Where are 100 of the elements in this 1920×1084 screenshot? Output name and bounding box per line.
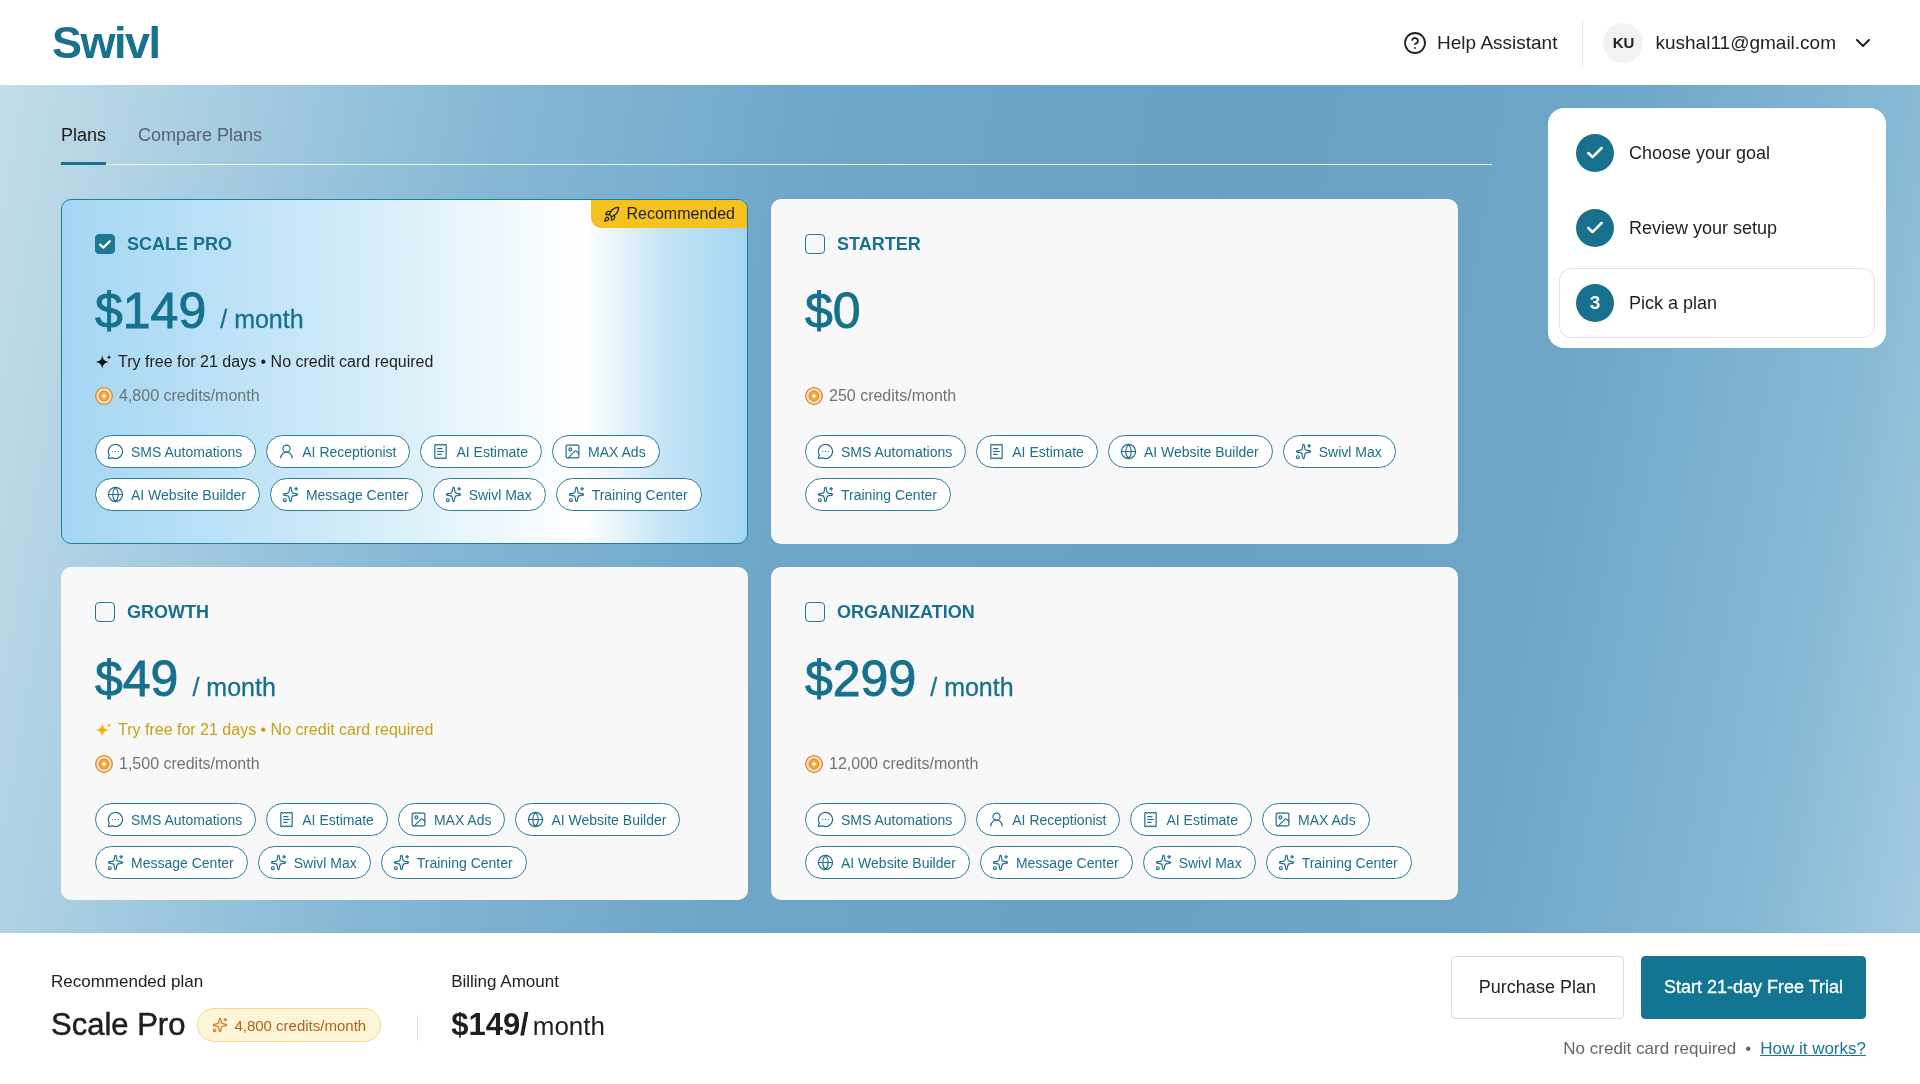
sparkles-icon <box>1294 443 1312 460</box>
step-item[interactable]: Choose your goal <box>1559 118 1875 188</box>
feature-name: AI Estimate <box>1166 811 1239 828</box>
chevron-down-icon <box>1856 38 1870 47</box>
feature-name: SMS Automations <box>131 811 243 828</box>
sparkles-icon <box>212 1017 229 1033</box>
help-icon <box>1403 30 1428 55</box>
feature-name: MAX Ads <box>1298 811 1356 828</box>
trial-note: Try free for 21 days • No credit card required <box>118 353 434 371</box>
no-card-note: No credit card required <box>1563 1039 1737 1059</box>
plan-price: $299 <box>805 650 917 709</box>
feature-name: AI Website Builder <box>131 486 246 503</box>
image-icon <box>1274 811 1292 828</box>
checkmark-icon <box>99 239 111 249</box>
sparkles-icon <box>1154 854 1172 871</box>
price-period: / month <box>192 672 276 703</box>
billing-amount: $149/ <box>451 1006 529 1044</box>
plan-name: GROWTH <box>127 601 209 623</box>
chat-bubble-icon <box>817 811 834 828</box>
image-icon <box>409 811 427 828</box>
sparkles-icon <box>269 854 287 871</box>
feature-name: MAX Ads <box>433 811 492 828</box>
feature-name: SMS Automations <box>841 443 953 460</box>
feature-name: Training Center <box>841 486 937 503</box>
feature-name: Swivl Max <box>1178 854 1242 871</box>
tab[interactable]: Compare Plans <box>138 125 263 165</box>
feature-name: Swivl Max <box>293 854 357 871</box>
price-period: / month <box>930 672 1014 703</box>
billing-amount-label: Billing Amount <box>451 971 560 993</box>
purchase-button[interactable]: Purchase Plan <box>1450 956 1624 1019</box>
receipt-icon <box>988 443 1006 460</box>
chat-bubble-icon <box>107 811 124 828</box>
sparkles-icon <box>107 854 124 871</box>
plan-name: STARTER <box>837 233 921 255</box>
feature-name: Message Center <box>1015 854 1119 871</box>
credits-text: 1,500 credits/month <box>119 755 260 773</box>
feature-name: AI Website Builder <box>841 854 956 871</box>
feature-name: AI Receptionist <box>302 443 397 460</box>
recommended-plan-name: Scale Pro <box>51 1007 186 1043</box>
avatar: KU <box>1603 22 1644 63</box>
globe-icon <box>1119 443 1137 460</box>
help-button[interactable]: Help Assistant <box>1403 30 1558 55</box>
credits-text: 12,000 credits/month <box>829 755 979 773</box>
plan-checkbox[interactable] <box>95 602 115 622</box>
plan-price: $49 <box>95 650 179 709</box>
sparkles-icon <box>817 486 834 503</box>
chat-bubble-icon <box>107 443 124 460</box>
credits-amount: 4,800 credits/month <box>234 1016 367 1034</box>
feature-name: AI Website Builder <box>551 811 667 828</box>
rocket-icon <box>602 205 620 223</box>
feature-name: AI Estimate <box>1012 443 1084 460</box>
receipt-icon <box>432 443 450 460</box>
step-item[interactable]: Review your setup <box>1559 193 1875 263</box>
plan-checkbox[interactable] <box>805 234 825 254</box>
plan-price: $0 <box>805 282 861 341</box>
feature-name: AI Receptionist <box>1012 811 1107 828</box>
sparkles-icon <box>1277 854 1295 871</box>
coin-icon <box>95 755 113 773</box>
billing-period: month <box>532 1010 605 1043</box>
plan-checkbox[interactable] <box>805 602 825 622</box>
globe-icon <box>527 811 545 828</box>
feature-name: Training Center <box>591 486 688 503</box>
coin-icon <box>805 387 823 405</box>
sparkles-icon <box>567 486 585 503</box>
receipt-icon <box>1142 811 1160 828</box>
sparkles-icon <box>991 854 1009 871</box>
image-icon <box>564 443 582 460</box>
recommended-plan-label: Recommended plan <box>51 971 205 993</box>
separator-dot: • <box>1745 1039 1752 1059</box>
feature-name: Swivl Max <box>1318 443 1382 460</box>
step-number: 3 <box>1576 284 1614 322</box>
tab[interactable]: Plans <box>61 125 107 165</box>
step-item[interactable]: 3 Pick a plan <box>1559 268 1875 338</box>
feature-name: Training Center <box>416 854 513 871</box>
account-menu-button[interactable]: kushal11@gmail.com <box>1655 31 1870 54</box>
price-period: / month <box>220 304 304 335</box>
coin-icon <box>805 755 823 773</box>
start-trial-button[interactable]: Start 21-day Free Trial <box>1640 956 1866 1019</box>
sparkle-icon <box>95 722 112 738</box>
sparkle-icon <box>95 354 112 370</box>
chat-bubble-icon <box>817 443 834 460</box>
feature-name: AI Estimate <box>456 443 529 460</box>
sparkles-icon <box>444 486 462 503</box>
feature-name: AI Estimate <box>302 811 374 828</box>
logo: Swivl <box>52 20 160 65</box>
sparkles-icon <box>281 486 299 503</box>
credits-text: 250 credits/month <box>829 387 957 405</box>
person-icon <box>278 443 296 460</box>
plan-price: $149 <box>95 282 207 341</box>
badge-label: Recommended <box>626 205 735 223</box>
feature-name: MAX Ads <box>588 443 646 460</box>
feature-name: Message Center <box>131 854 234 871</box>
feature-name: Swivl Max <box>468 486 532 503</box>
feature-name: SMS Automations <box>841 811 953 828</box>
feature-name: AI Website Builder <box>1143 443 1259 460</box>
plan-name: ORGANIZATION <box>837 601 975 623</box>
how-it-works-link[interactable]: How it works? <box>1760 1039 1866 1059</box>
plan-checkbox[interactable] <box>95 234 115 254</box>
trial-note: Try free for 21 days • No credit card required <box>118 721 434 739</box>
feature-name: Message Center <box>305 486 409 503</box>
